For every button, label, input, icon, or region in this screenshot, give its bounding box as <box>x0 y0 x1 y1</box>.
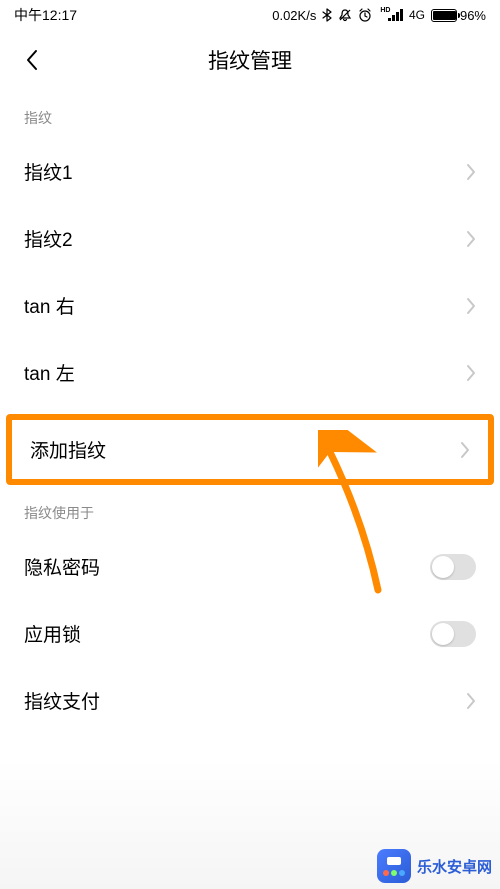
status-time: 中午12:17 <box>14 5 77 25</box>
privacy-password-label: 隐私密码 <box>24 553 100 580</box>
alarm-icon <box>358 8 372 22</box>
watermark-icon <box>377 849 411 883</box>
section-header-fingerprints: 指纹 <box>0 90 500 138</box>
privacy-password-toggle[interactable] <box>430 554 476 580</box>
fingerprint-pay-label: 指纹支付 <box>24 687 100 714</box>
chevron-right-icon <box>466 364 476 382</box>
net-speed: 0.02K/s <box>272 8 316 23</box>
app-lock-item[interactable]: 应用锁 <box>0 600 500 667</box>
chevron-right-icon <box>460 441 470 459</box>
highlight-annotation: 添加指纹 <box>6 414 494 485</box>
back-button[interactable] <box>16 44 48 76</box>
watermark-text: 乐水安卓网 <box>417 856 492 877</box>
fingerprint-label: 指纹2 <box>24 225 73 252</box>
fingerprint-label: tan 左 <box>24 359 75 386</box>
dnd-icon <box>338 8 352 22</box>
app-lock-toggle[interactable] <box>430 621 476 647</box>
fingerprint-item[interactable]: tan 左 <box>0 339 500 406</box>
status-indicators: 0.02K/s HD 4G 96% <box>272 8 486 23</box>
fingerprint-item[interactable]: tan 右 <box>0 272 500 339</box>
fingerprint-label: 指纹1 <box>24 158 73 185</box>
signal-icon: HD <box>378 9 403 21</box>
add-fingerprint-item[interactable]: 添加指纹 <box>12 420 488 479</box>
watermark: 乐水安卓网 <box>377 849 492 883</box>
privacy-password-item[interactable]: 隐私密码 <box>0 533 500 600</box>
fingerprint-pay-item[interactable]: 指纹支付 <box>0 667 500 734</box>
network-type: 4G <box>409 8 425 22</box>
chevron-right-icon <box>466 692 476 710</box>
bluetooth-icon <box>322 8 332 22</box>
battery-percent: 96% <box>460 8 486 23</box>
section-header-usage: 指纹使用于 <box>0 485 500 533</box>
app-lock-label: 应用锁 <box>24 620 81 647</box>
fingerprint-item[interactable]: 指纹2 <box>0 205 500 272</box>
title-bar: 指纹管理 <box>0 30 500 90</box>
add-fingerprint-label: 添加指纹 <box>30 436 106 463</box>
chevron-left-icon <box>25 49 39 71</box>
chevron-right-icon <box>466 230 476 248</box>
chevron-right-icon <box>466 163 476 181</box>
status-bar: 中午12:17 0.02K/s HD 4G 96% <box>0 0 500 30</box>
chevron-right-icon <box>466 297 476 315</box>
fingerprint-item[interactable]: 指纹1 <box>0 138 500 205</box>
battery-icon: 96% <box>431 8 486 23</box>
page-title: 指纹管理 <box>0 45 500 75</box>
fingerprint-label: tan 右 <box>24 292 75 319</box>
